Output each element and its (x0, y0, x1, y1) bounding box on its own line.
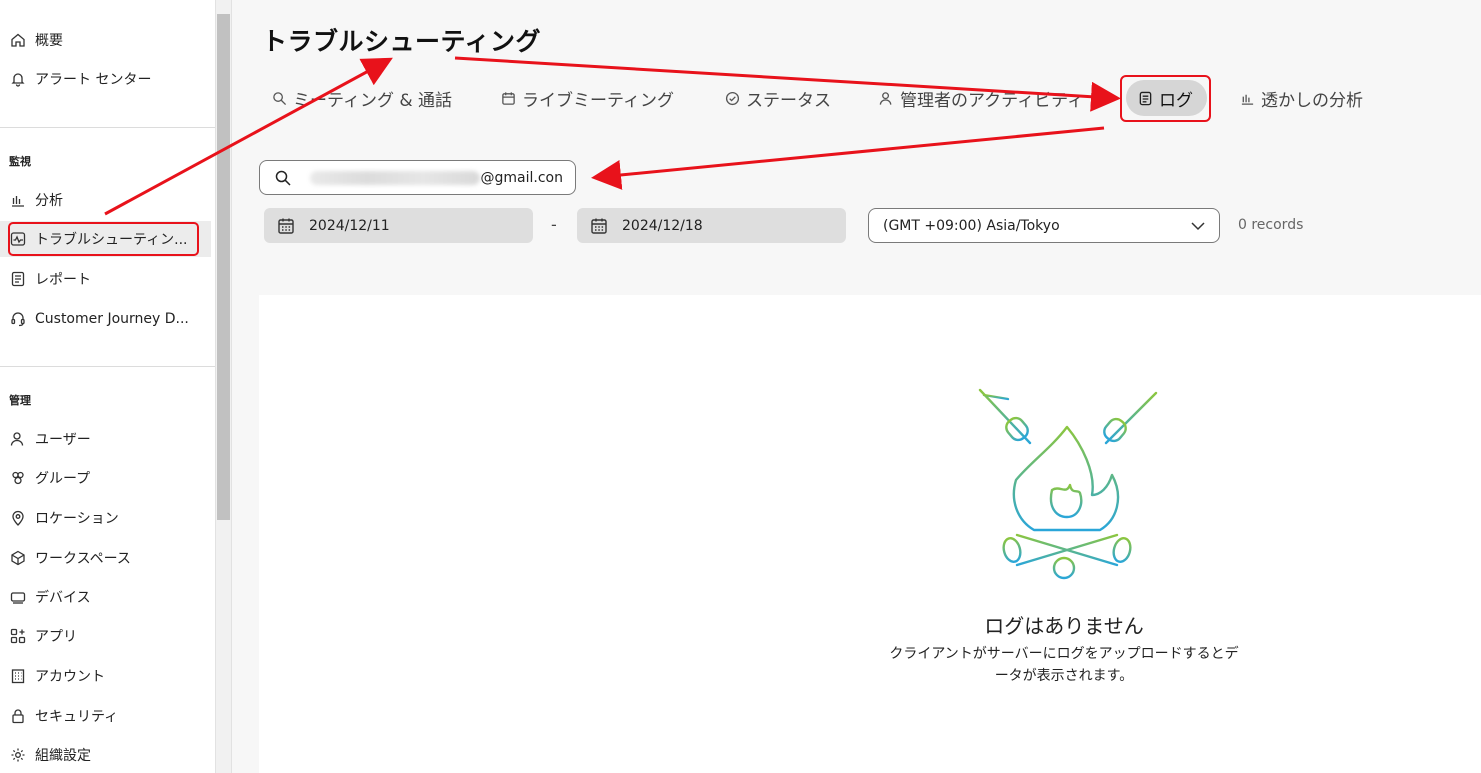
tab-status[interactable]: ステータス (725, 80, 831, 116)
sidebar-item-label: 組織設定 (35, 748, 91, 764)
user-icon (9, 430, 27, 448)
tab-label: ミーティング & 通話 (293, 90, 453, 111)
sidebar-item-overview[interactable]: 概要 (0, 22, 211, 58)
chevron-down-icon (1191, 222, 1205, 231)
sidebar-item-label: 概要 (35, 33, 63, 49)
sidebar-item-label: Customer Journey D... (35, 311, 189, 327)
sidebar-item-label: ワークスペース (35, 551, 131, 567)
sidebar-item-label: 分析 (35, 193, 63, 209)
sidebar-scrollbar-thumb[interactable] (217, 14, 230, 520)
sidebar-item-label: アラート センター (35, 72, 152, 88)
sidebar-item-reports[interactable]: レポート (0, 261, 211, 297)
tab-label: 透かしの分析 (1261, 90, 1363, 111)
empty-state-description-line: ータが表示されます。 (994, 668, 1134, 684)
sidebar-item-label: セキュリティ (35, 709, 119, 725)
sidebar-item-users[interactable]: ユーザー (0, 421, 211, 457)
search-value: @gmail.con (480, 170, 563, 186)
sidebar-item-label: デバイス (35, 590, 91, 606)
start-date-value: 2024/12/11 (309, 217, 390, 234)
search-icon (272, 90, 288, 106)
sidebar-item-label: ロケーション (35, 511, 119, 527)
sidebar-item-security[interactable]: セキュリティ (0, 698, 211, 734)
device-icon (9, 588, 27, 606)
bar-chart-icon (1240, 90, 1256, 106)
empty-state-description-line: クライアントがサーバーにログをアップロードするとデ (889, 646, 1239, 662)
sidebar-item-analytics[interactable]: 分析 (0, 182, 211, 218)
headset-icon (9, 310, 27, 328)
sidebar-divider (0, 127, 215, 128)
location-pin-icon (9, 509, 27, 527)
sidebar-item-label: ユーザー (35, 432, 91, 448)
search-input[interactable]: @gmail.con (259, 160, 576, 195)
start-date-field[interactable]: 2024/12/11 (264, 208, 533, 243)
redacted-text (310, 171, 480, 185)
sidebar-divider (0, 366, 215, 367)
tab-label: ステータス (746, 90, 831, 111)
tab-meetings-calls[interactable]: ミーティング & 通話 (272, 80, 452, 116)
tab-live-meetings[interactable]: ライブミーティング (501, 80, 674, 116)
apps-icon (9, 627, 27, 645)
calendar-icon (501, 90, 517, 106)
bar-chart-icon (9, 191, 27, 209)
sidebar-item-org-settings[interactable]: 組織設定 (0, 737, 211, 773)
sidebar-item-groups[interactable]: グループ (0, 460, 211, 496)
date-separator: - (551, 215, 557, 234)
report-icon (9, 270, 27, 288)
lock-icon (9, 707, 27, 725)
sidebar-item-apps[interactable]: アプリ (0, 618, 211, 654)
end-date-field[interactable]: 2024/12/18 (577, 208, 846, 243)
sidebar-item-label: レポート (35, 272, 91, 288)
sidebar-item-label: アカウント (35, 669, 105, 685)
user-icon (879, 90, 895, 106)
annotation-highlight-logs-tab (1120, 75, 1211, 122)
campfire-illustration (978, 388, 1158, 580)
group-icon (9, 469, 27, 487)
sidebar-item-customer-journey[interactable]: Customer Journey D... (0, 301, 211, 337)
empty-state-title: ログはありません (984, 614, 1144, 638)
bell-icon (9, 70, 27, 88)
sidebar-item-locations[interactable]: ロケーション (0, 500, 211, 536)
timezone-value: (GMT +09:00) Asia/Tokyo (883, 217, 1060, 234)
sidebar-item-alert-center[interactable]: アラート センター (0, 61, 211, 97)
tab-watermark-analysis[interactable]: 透かしの分析 (1240, 80, 1363, 116)
sidebar-item-devices[interactable]: デバイス (0, 579, 211, 615)
annotation-arrow (591, 126, 1105, 190)
records-count: 0 records (1238, 217, 1304, 233)
sidebar-item-account[interactable]: アカウント (0, 658, 211, 694)
section-title-manage: 管理 (9, 394, 31, 407)
annotation-highlight-sidebar (8, 222, 199, 256)
check-circle-icon (725, 90, 741, 106)
search-icon (275, 170, 291, 186)
sidebar-item-label: アプリ (35, 629, 77, 645)
page-title: トラブルシューティング (262, 27, 542, 56)
workspace-icon (9, 549, 27, 567)
section-title-monitor: 監視 (9, 155, 31, 168)
logs-content-panel (259, 295, 1481, 773)
calendar-icon (278, 218, 294, 234)
tab-label: ライブミーティング (522, 90, 674, 111)
tab-admin-activity[interactable]: 管理者のアクティビティ (879, 80, 1091, 116)
sidebar-item-workspaces[interactable]: ワークスペース (0, 540, 211, 576)
sidebar-item-label: グループ (35, 471, 91, 487)
sidebar: 概要 アラート センター 監視 分析 トラブルシューティン... レポート Cu… (0, 0, 215, 773)
calendar-icon (591, 218, 607, 234)
end-date-value: 2024/12/18 (622, 217, 703, 234)
gear-icon (9, 746, 27, 764)
building-icon (9, 667, 27, 685)
home-icon (9, 31, 27, 49)
timezone-select[interactable]: (GMT +09:00) Asia/Tokyo (868, 208, 1220, 243)
empty-state-description: クライアントがサーバーにログをアップロードするとデ ータが表示されます。 (862, 643, 1266, 687)
tab-label: 管理者のアクティビティ (900, 90, 1085, 111)
